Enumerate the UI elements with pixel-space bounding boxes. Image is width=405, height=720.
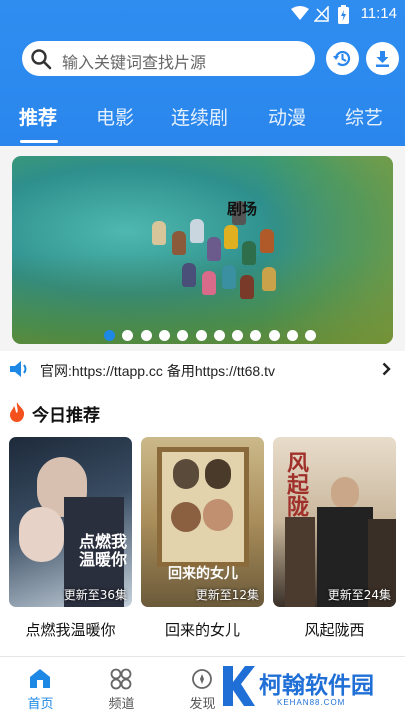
watermark: 柯翰软件园 KEHAN88.COM (217, 662, 397, 712)
video-card[interactable]: 回来的女儿 更新至12集 (141, 437, 264, 607)
tab-variety[interactable]: 综艺 (345, 103, 383, 130)
discover-icon (192, 669, 212, 689)
channels-icon (110, 668, 132, 690)
history-button[interactable] (326, 42, 359, 75)
nav-label: 频道 (108, 697, 135, 712)
tab-anime[interactable]: 动漫 (268, 103, 306, 130)
kehan-logo (223, 666, 255, 706)
carousel-dot[interactable] (104, 330, 115, 341)
poster-title: 回来的女儿 (168, 566, 238, 582)
battery-charging-icon (338, 5, 349, 24)
history-icon (333, 50, 351, 67)
active-tab-indicator (20, 140, 58, 143)
download-icon (376, 51, 389, 67)
episode-badge: 更新至36集 (63, 588, 127, 602)
video-card[interactable]: 风起陇西 更新至24集 (273, 437, 396, 607)
chevron-right-icon (382, 362, 391, 376)
carousel-dot[interactable] (287, 330, 298, 341)
tab-series[interactable]: 连续剧 (171, 103, 228, 130)
nav-home[interactable]: 首页 (0, 657, 81, 720)
poster-title: 点燃我温暖你 (79, 532, 128, 569)
tab-movies[interactable]: 电影 (96, 103, 134, 130)
carousel-dot[interactable] (140, 330, 152, 341)
carousel-dot[interactable] (195, 330, 207, 341)
wifi-icon (291, 6, 309, 20)
download-button[interactable] (366, 42, 399, 75)
carousel-dot[interactable] (213, 330, 225, 341)
notice-text: 官网:https://ttapp.cc 备用https://tt68.tv (40, 363, 275, 379)
nav-channels[interactable]: 频道 (81, 657, 162, 720)
banner-carousel[interactable]: 剧场 (12, 156, 393, 344)
status-time: 11:14 (360, 5, 397, 22)
watermark-url: KEHAN88.COM (277, 698, 346, 707)
status-bar: 11:14 (0, 0, 405, 30)
watermark-name: 柯翰软件园 (259, 673, 374, 699)
search-icon (31, 49, 52, 70)
today-recommend-section: 今日推荐 点燃我温暖你 更新至36集 点燃我温暖你 回来的女儿 更新至12集 回… (0, 387, 405, 677)
search-bar[interactable]: 输入关键词查找片源 (22, 41, 315, 76)
home-icon (30, 669, 50, 688)
card-title[interactable]: 点燃我温暖你 (9, 619, 132, 640)
section-title: 今日推荐 (32, 406, 100, 426)
banner-image (152, 201, 292, 311)
episode-badge: 更新至12集 (195, 588, 259, 602)
card-title[interactable]: 风起陇西 (273, 619, 396, 640)
search-placeholder: 输入关键词查找片源 (62, 53, 207, 72)
banner-logo: 剧场 (227, 200, 258, 218)
video-card[interactable]: 点燃我温暖你 更新至36集 (9, 437, 132, 607)
notice-bar[interactable]: 官网:https://ttapp.cc 备用https://tt68.tv (0, 351, 405, 387)
carousel-dot[interactable] (268, 330, 280, 341)
bottom-navigation: 首页 频道 发现 柯翰软件园 KEHAN88.COM (0, 656, 405, 720)
no-signal-icon (314, 6, 329, 22)
tab-recommend[interactable]: 推荐 (19, 103, 57, 130)
card-title[interactable]: 回来的女儿 (141, 619, 264, 640)
main-content: 剧场 官网:https://ttapp.cc 备用https://tt68.tv… (0, 146, 405, 677)
episode-badge: 更新至24集 (327, 588, 391, 602)
nav-label: 首页 (27, 697, 54, 712)
app-header: 11:14 输入关键词查找片源 推荐 电影 连续剧 动漫 综艺 (0, 0, 405, 146)
carousel-dot[interactable] (158, 330, 170, 341)
fire-icon (10, 402, 25, 422)
category-tabs: 推荐 电影 连续剧 动漫 综艺 (0, 103, 405, 133)
speaker-icon (10, 361, 27, 377)
